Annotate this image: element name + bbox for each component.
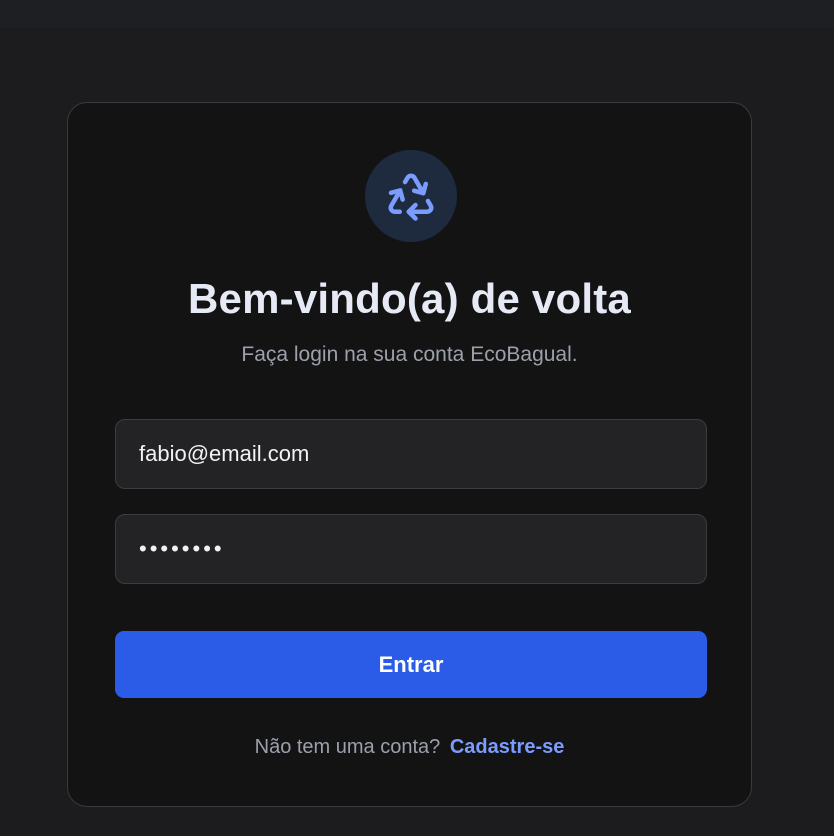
login-button[interactable]: Entrar <box>115 631 707 698</box>
login-card: Bem-vindo(a) de volta Faça login na sua … <box>67 102 752 807</box>
page-subtitle: Faça login na sua conta EcoBagual. <box>241 343 578 366</box>
email-field[interactable] <box>115 419 707 489</box>
password-field[interactable] <box>115 514 707 584</box>
page-title: Bem-vindo(a) de volta <box>188 275 631 322</box>
recycle-icon <box>388 173 434 221</box>
top-bar <box>0 0 834 28</box>
logo-badge <box>365 150 457 242</box>
signup-link[interactable]: Cadastre-se <box>450 736 565 758</box>
signup-row: Não tem uma conta? Cadastre-se <box>68 736 751 759</box>
signup-prompt: Não tem uma conta? <box>254 736 441 758</box>
